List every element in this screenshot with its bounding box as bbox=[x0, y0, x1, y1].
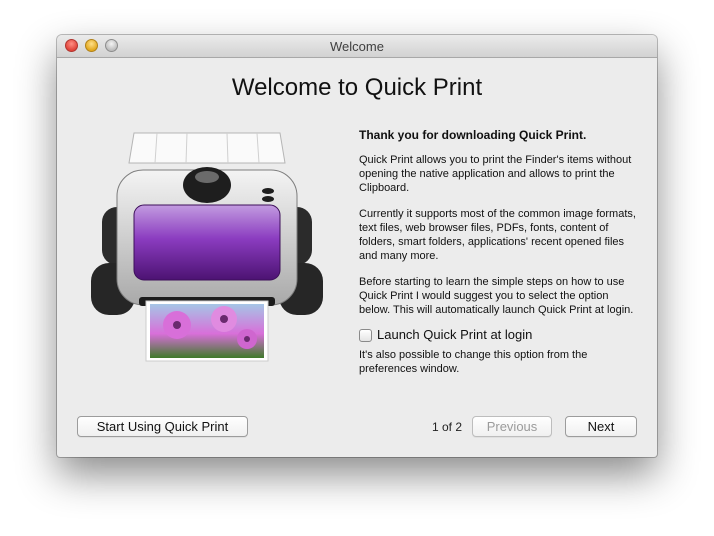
welcome-text: Thank you for downloading Quick Print. Q… bbox=[359, 128, 639, 388]
paragraph: Currently it supports most of the common… bbox=[359, 208, 636, 262]
footnote: It's also possible to change this option… bbox=[359, 349, 588, 375]
launch-at-login-checkbox[interactable] bbox=[359, 328, 372, 342]
paragraph: Before starting to learn the simple step… bbox=[359, 276, 634, 316]
start-using-button[interactable]: Start Using Quick Print bbox=[77, 416, 248, 437]
intro-text: Thank you for downloading Quick Print. bbox=[359, 128, 587, 142]
paragraph: Quick Print allows you to print the Find… bbox=[359, 154, 632, 194]
launch-at-login-option[interactable]: Launch Quick Print at login bbox=[359, 328, 639, 342]
printer-icon bbox=[87, 125, 327, 375]
next-button[interactable]: Next bbox=[565, 416, 637, 437]
title-bar: Welcome bbox=[57, 35, 657, 58]
window-title: Welcome bbox=[330, 39, 384, 54]
page-indicator: 1 of 2 bbox=[432, 420, 463, 434]
welcome-window: Welcome Welcome to Quick Print Thank you… bbox=[57, 35, 657, 457]
page-title: Welcome to Quick Print bbox=[231, 74, 483, 101]
previous-button[interactable]: Previous bbox=[472, 416, 552, 437]
checkbox-label: Launch Quick Print at login bbox=[377, 327, 533, 342]
